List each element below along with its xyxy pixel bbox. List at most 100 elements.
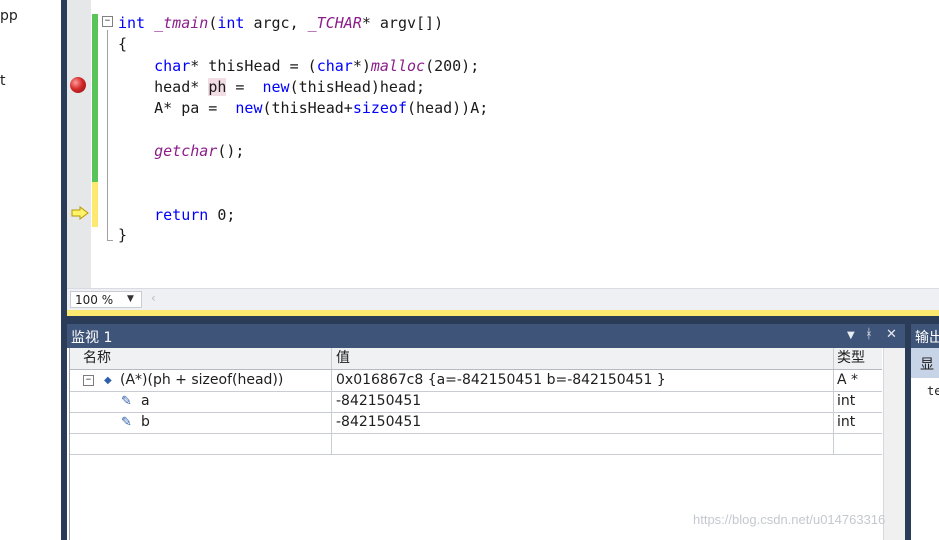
- code-token: ph: [208, 78, 227, 96]
- fold-guide-end: [107, 240, 113, 241]
- code-token: char: [316, 57, 353, 75]
- column-divider: [833, 433, 834, 454]
- code-line[interactable]: }: [118, 225, 127, 245]
- code-line[interactable]: getchar();: [118, 141, 244, 161]
- editor-gutter[interactable]: [67, 0, 91, 288]
- watch-expression[interactable]: b: [141, 412, 150, 433]
- pin-icon[interactable]: ᚼ: [865, 327, 873, 342]
- collapse-toggle-icon[interactable]: −: [83, 375, 94, 386]
- code-line[interactable]: char* thisHead = (char*)malloc(200);: [118, 56, 479, 76]
- code-token: ();: [217, 142, 245, 160]
- field-icon: ✎: [121, 415, 132, 430]
- output-title: 输出: [915, 330, 939, 346]
- code-token: (: [208, 14, 218, 32]
- code-token: malloc: [370, 57, 426, 75]
- watch-value[interactable]: -842150451: [336, 391, 421, 412]
- code-token: argc,: [244, 14, 308, 32]
- watch-row[interactable]: − ◆ (A*)(ph + sizeof(head)) 0x016867c8 {…: [70, 370, 882, 392]
- code-line[interactable]: {: [118, 34, 127, 54]
- editor-status-bar: 100 % ▼ ‹: [67, 288, 939, 311]
- output-text: te: [927, 384, 939, 398]
- dropdown-icon[interactable]: ▼: [847, 330, 855, 341]
- panel-divider[interactable]: [67, 316, 939, 324]
- code-token: }: [118, 226, 128, 244]
- code-token: _tmain: [154, 14, 209, 32]
- breakpoint-icon[interactable]: [70, 77, 86, 93]
- watch-type: int: [837, 393, 856, 409]
- code-token: return: [154, 206, 209, 224]
- column-header-name[interactable]: 名称: [83, 348, 111, 369]
- watch-window: 监视 1 ▼ ᚼ ✕ 名称 值 类型 − ◆ (A*)(ph + sizeof(…: [67, 324, 906, 540]
- column-header-value[interactable]: 值: [336, 348, 350, 369]
- chevron-down-icon[interactable]: ▼: [127, 294, 134, 304]
- watch-row[interactable]: ✎ a -842150451 int: [70, 391, 882, 413]
- code-token: 0;: [208, 206, 236, 224]
- close-icon[interactable]: ✕: [886, 327, 897, 342]
- column-divider[interactable]: [833, 348, 834, 369]
- code-token: {: [118, 35, 128, 53]
- solution-item-fragment[interactable]: t: [0, 73, 6, 89]
- code-token: getchar: [154, 142, 218, 160]
- current-statement-arrow-icon: [71, 206, 89, 220]
- code-line[interactable]: head* ph = new(thisHead)head;: [118, 77, 425, 97]
- watch-value[interactable]: 0x016867c8 {a=-842150451 b=-842150451 }: [336, 370, 666, 391]
- watch-row-empty[interactable]: [70, 433, 882, 455]
- watch-expression[interactable]: a: [141, 391, 150, 412]
- field-icon: ✎: [121, 394, 132, 409]
- code-token: _TCHAR: [307, 14, 362, 32]
- vertical-scrollbar[interactable]: [883, 348, 906, 540]
- code-line[interactable]: A* pa = new(thisHead+sizeof(head))A;: [118, 98, 488, 118]
- code-token: (thisHead+: [262, 99, 353, 117]
- fold-guide: [107, 30, 108, 240]
- column-header-type[interactable]: 类型: [837, 348, 865, 369]
- column-divider: [331, 433, 332, 454]
- code-token: * thisHead = (: [190, 57, 317, 75]
- watch-type: A *: [837, 372, 859, 388]
- watch-value[interactable]: -842150451: [336, 412, 421, 433]
- code-token: sizeof: [352, 99, 407, 117]
- code-token: (200);: [425, 57, 480, 75]
- code-token: *): [352, 57, 371, 75]
- code-token: head*: [118, 78, 209, 96]
- watch-type: int: [837, 414, 856, 430]
- code-token: =: [226, 78, 263, 96]
- watch-title: 监视 1: [71, 330, 113, 346]
- output-source-label: 显: [920, 357, 934, 373]
- code-token: new: [262, 78, 290, 96]
- code-token: A* pa =: [118, 99, 236, 117]
- column-divider[interactable]: [331, 348, 332, 369]
- column-divider: [833, 391, 834, 412]
- output-source-selector[interactable]: 显: [911, 348, 939, 378]
- code-token: int: [118, 14, 155, 32]
- output-titlebar[interactable]: 输出: [911, 324, 939, 348]
- code-token: (head))A;: [407, 99, 489, 117]
- code-line[interactable]: int _tmain(int argc, _TCHAR* argv[]): [118, 13, 443, 33]
- watermark: https://blog.csdn.net/u014763316: [693, 512, 886, 527]
- column-divider: [331, 391, 332, 412]
- column-divider: [331, 370, 332, 391]
- fold-toggle-icon[interactable]: −: [102, 16, 113, 27]
- output-window: 输出 显 te: [911, 324, 939, 540]
- watch-row[interactable]: ✎ b -842150451 int: [70, 412, 882, 434]
- watch-expression[interactable]: (A*)(ph + sizeof(head)): [120, 370, 283, 391]
- grid-header-row: 名称 值 类型: [70, 348, 882, 370]
- code-token: char: [154, 57, 191, 75]
- change-marker-unsaved: [92, 182, 98, 227]
- code-editor[interactable]: − int _tmain(int argc, _TCHAR* argv[]){ …: [67, 0, 939, 288]
- watch-titlebar[interactable]: 监视 1 ▼ ᚼ ✕: [67, 324, 905, 348]
- solution-explorer-fragment: pp t: [0, 0, 61, 540]
- solution-item-fragment[interactable]: pp: [0, 8, 18, 24]
- column-divider: [833, 370, 834, 391]
- code-token: int: [217, 14, 245, 32]
- scroll-left-icon[interactable]: ‹: [151, 291, 156, 305]
- code-token: (thisHead)head;: [289, 78, 426, 96]
- code-line[interactable]: return 0;: [118, 205, 235, 225]
- zoom-value: 100 %: [75, 293, 114, 307]
- column-divider: [331, 412, 332, 433]
- change-marker-saved: [92, 14, 98, 182]
- code-token: new: [235, 99, 263, 117]
- code-token: * argv[]): [361, 14, 444, 32]
